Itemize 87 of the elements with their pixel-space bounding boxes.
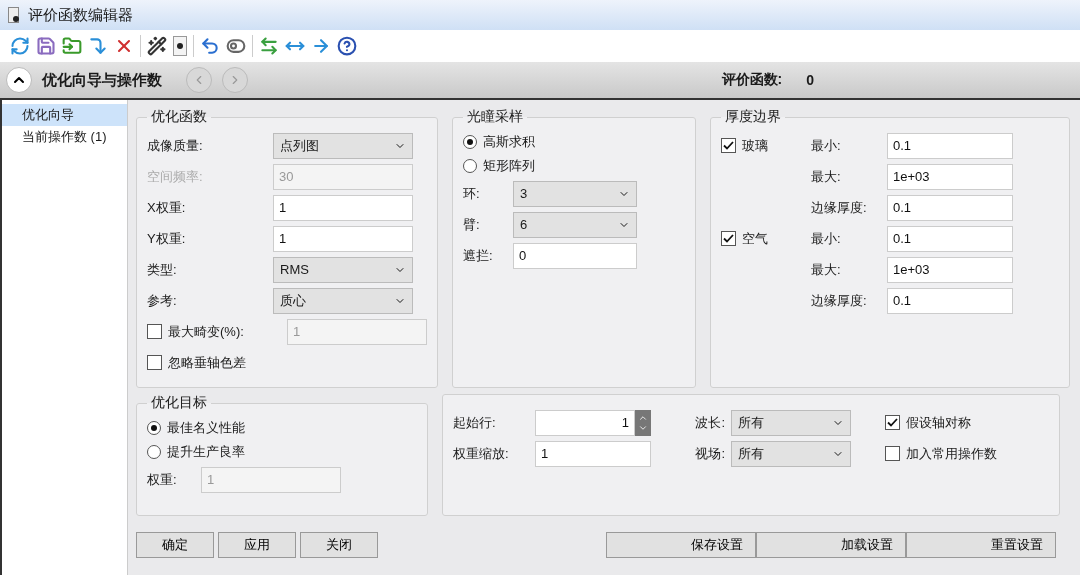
dropdown[interactable]: 质心 xyxy=(273,287,413,314)
panel-title: 优化函数 xyxy=(150,108,208,126)
panel-title: 光瞳采样 xyxy=(466,108,524,126)
sidebar-item[interactable]: 当前操作数 (1) xyxy=(2,126,127,148)
field-label: 起始行: xyxy=(453,413,497,432)
spinner-button[interactable] xyxy=(635,409,651,436)
field-label: 最小: xyxy=(811,229,842,248)
settings-button[interactable]: 加载设置 xyxy=(756,532,906,558)
field-label: 参考: xyxy=(147,291,178,310)
dialog-button[interactable]: 关闭 xyxy=(300,532,378,558)
merit-value: 0 xyxy=(806,72,814,88)
input-field[interactable]: 1e+03 xyxy=(887,163,1013,190)
field-label: 最大: xyxy=(811,167,842,186)
field-label: 权重: xyxy=(147,470,178,489)
option-label: 忽略垂轴色差 xyxy=(168,353,247,372)
dot-square-icon[interactable] xyxy=(173,36,187,56)
dropdown[interactable]: RMS xyxy=(273,256,413,283)
checkbox[interactable] xyxy=(147,355,162,370)
field-label: 环: xyxy=(463,184,481,203)
checkbox[interactable] xyxy=(721,138,736,153)
dropdown[interactable]: 点列图 xyxy=(273,132,413,159)
panel-title: 厚度边界 xyxy=(724,108,782,126)
input-field[interactable]: 0.1 xyxy=(887,194,1013,221)
option-label: 玻璃 xyxy=(742,136,768,155)
input-field[interactable]: 0.1 xyxy=(887,287,1013,314)
radio-button[interactable] xyxy=(463,159,477,173)
option-label: 最大畸变(%): xyxy=(168,322,245,341)
field-label: 成像质量: xyxy=(147,136,204,155)
dropdown[interactable]: 3 xyxy=(513,180,637,207)
input-field[interactable]: 1 xyxy=(535,409,635,436)
folder-icon[interactable] xyxy=(62,36,82,56)
checkbox[interactable] xyxy=(885,446,900,461)
option-label: 加入常用操作数 xyxy=(906,444,997,463)
input-field[interactable]: 0.1 xyxy=(887,132,1013,159)
help-icon[interactable] xyxy=(337,36,357,56)
refresh-icon[interactable] xyxy=(10,36,30,56)
save-icon[interactable] xyxy=(36,36,56,56)
wand-icon[interactable] xyxy=(147,36,167,56)
field-label: 遮拦: xyxy=(463,246,494,265)
option-label: 空气 xyxy=(742,229,768,248)
field-label: Y权重: xyxy=(147,229,187,248)
toggle-icon[interactable] xyxy=(226,36,246,56)
settings-button[interactable]: 保存设置 xyxy=(606,532,756,558)
settings-button[interactable]: 重置设置 xyxy=(906,532,1056,558)
radio-button[interactable] xyxy=(147,445,161,459)
field-label: 边缘厚度: xyxy=(811,291,868,310)
radio-button[interactable] xyxy=(463,135,477,149)
radio-button[interactable] xyxy=(147,421,161,435)
input-field[interactable]: 0.1 xyxy=(887,225,1013,252)
window-title: 评价函数编辑器 xyxy=(28,5,133,25)
option-label: 最佳名义性能 xyxy=(167,419,245,437)
dropdown[interactable]: 6 xyxy=(513,211,637,238)
option-label: 高斯求积 xyxy=(483,133,535,151)
option-label: 矩形阵列 xyxy=(483,157,535,175)
arrow-down-icon[interactable] xyxy=(88,36,108,56)
field-label: 边缘厚度: xyxy=(811,198,868,217)
field-label: 最大: xyxy=(811,260,842,279)
swap-icon[interactable] xyxy=(259,36,279,56)
dropdown[interactable]: 所有 xyxy=(731,440,851,467)
sidebar-item[interactable]: 优化向导 xyxy=(2,104,127,126)
panel-title: 优化目标 xyxy=(150,394,208,412)
field-label: 视场: xyxy=(694,444,725,463)
checkbox[interactable] xyxy=(721,231,736,246)
input-field[interactable]: 0 xyxy=(513,242,637,269)
field-label: 最小: xyxy=(811,136,842,155)
checkbox[interactable] xyxy=(885,415,900,430)
input-field[interactable]: 1 xyxy=(273,194,413,221)
dialog-button[interactable]: 确定 xyxy=(136,532,214,558)
input-field[interactable]: 1e+03 xyxy=(887,256,1013,283)
merit-label: 评价函数: xyxy=(721,71,783,89)
undo-icon[interactable] xyxy=(200,36,220,56)
dropdown[interactable]: 所有 xyxy=(731,409,851,436)
input-field[interactable]: 1 xyxy=(273,225,413,252)
field-label: 类型: xyxy=(147,260,178,279)
option-label: 假设轴对称 xyxy=(906,413,971,432)
dialog-button[interactable]: 应用 xyxy=(218,532,296,558)
field-label: X权重: xyxy=(147,198,187,217)
section-title: 优化向导与操作数 xyxy=(42,70,162,90)
document-icon xyxy=(8,7,20,23)
field-label: 空间频率: xyxy=(147,167,204,186)
input-field[interactable]: 1 xyxy=(535,440,651,467)
collapse-button[interactable] xyxy=(6,67,32,93)
option-label: 提升生产良率 xyxy=(167,443,245,461)
checkbox[interactable] xyxy=(147,324,162,339)
field-label: 波长: xyxy=(694,413,725,432)
field-label: 权重缩放: xyxy=(453,444,510,463)
field-label: 臂: xyxy=(463,215,481,234)
